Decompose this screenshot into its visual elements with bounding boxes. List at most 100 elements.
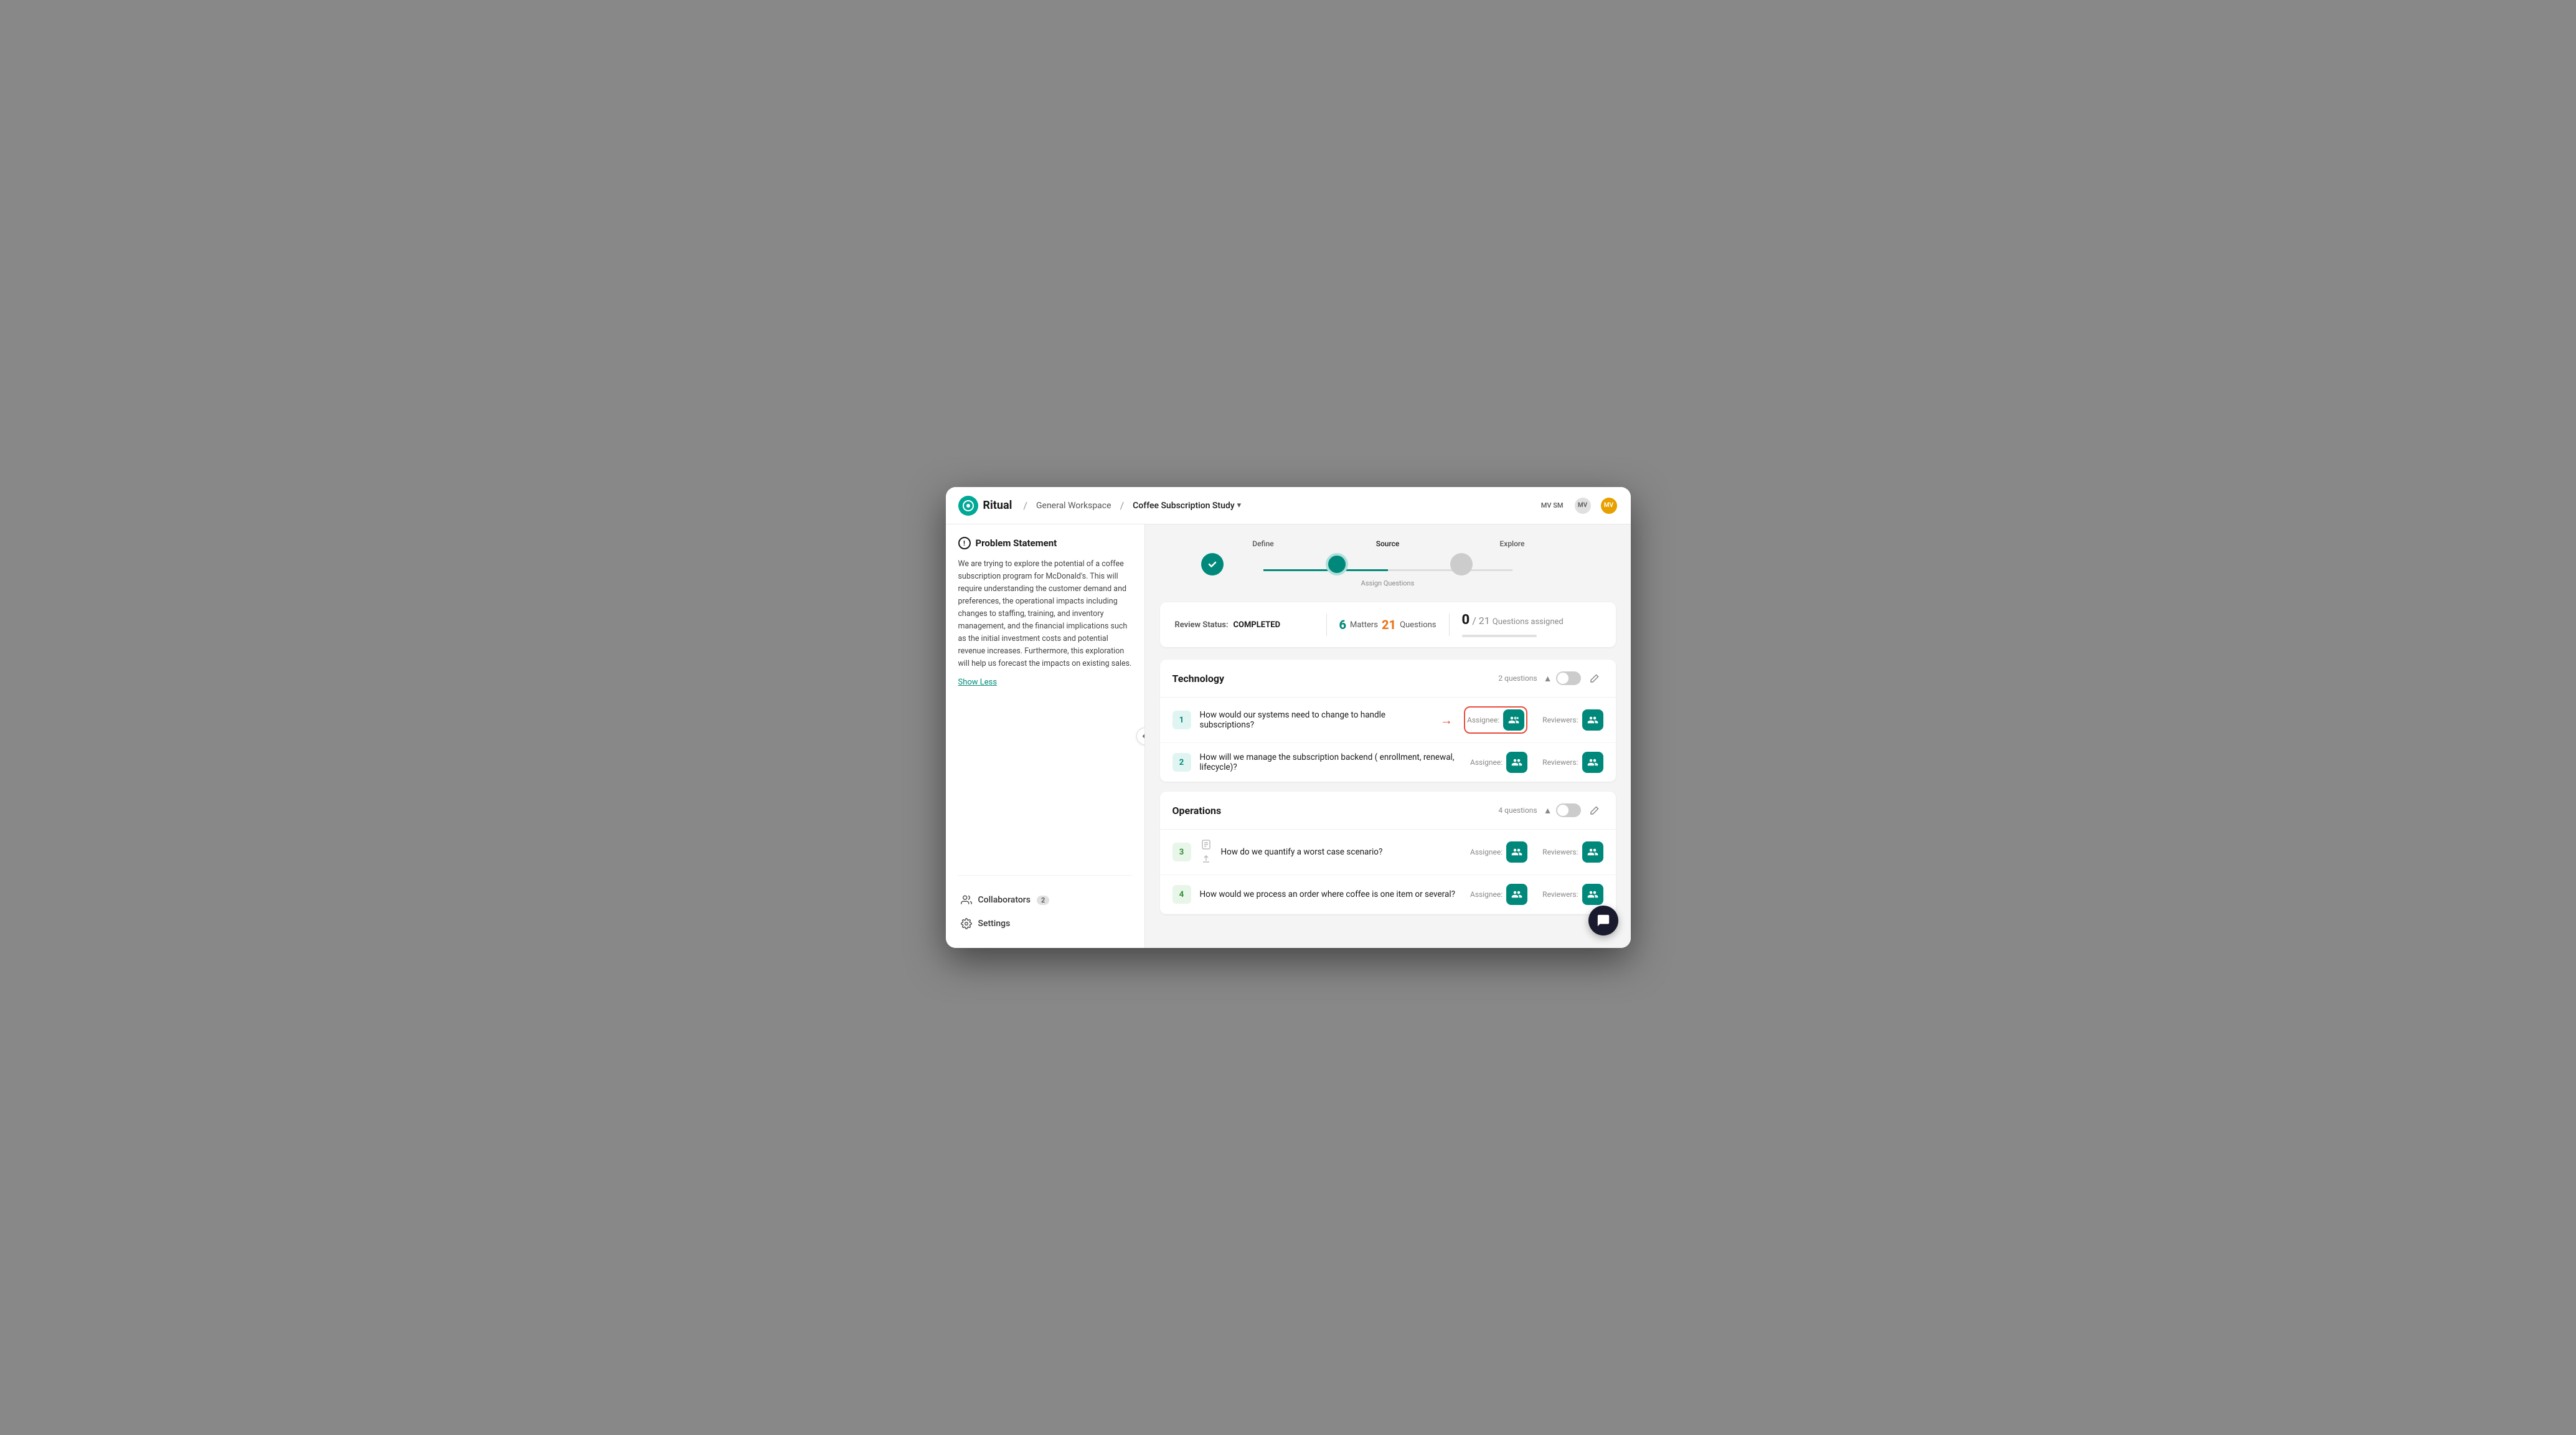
review-status-value: COMPLETED xyxy=(1234,620,1281,630)
matters-section: 6 Matters 21 Questions xyxy=(1339,617,1437,632)
technology-title: Technology xyxy=(1172,673,1499,684)
questions-label: Questions xyxy=(1400,620,1436,630)
operations-questions-count: 4 questions xyxy=(1498,806,1537,815)
collaborators-label: Collaborators xyxy=(978,895,1031,905)
technology-header: Technology 2 questions ▲ xyxy=(1160,660,1616,698)
q-icons-col xyxy=(1200,838,1212,866)
operations-section: Operations 4 questions ▲ 3 xyxy=(1160,792,1616,914)
review-status-section: Review Status: COMPLETED xyxy=(1175,620,1314,630)
status-divider-2 xyxy=(1449,613,1450,636)
breadcrumb-separator-1: / xyxy=(1023,500,1027,511)
technology-questions-count: 2 questions xyxy=(1498,674,1537,683)
header: Ritual / General Workspace / Coffee Subs… xyxy=(946,487,1631,524)
question-number-1: 1 xyxy=(1172,711,1191,729)
operations-toggle[interactable] xyxy=(1556,803,1581,817)
reviewers-button-2[interactable] xyxy=(1582,752,1603,773)
breadcrumb-separator-2: / xyxy=(1120,500,1125,511)
step-explore-label: Explore xyxy=(1500,539,1525,548)
sidebar-item-settings[interactable]: Settings xyxy=(958,912,1132,935)
step-explore-circle xyxy=(1450,553,1473,575)
assignee-button-4[interactable] xyxy=(1506,884,1527,905)
problem-statement-title: Problem Statement xyxy=(976,538,1057,549)
question-row-3: 3 How xyxy=(1160,830,1616,875)
sidebar-footer: Collaborators 2 Settings xyxy=(958,875,1132,935)
breadcrumb-study[interactable]: Coffee Subscription Study ▾ xyxy=(1133,501,1241,511)
assigned-section: 0 / 21 Questions assigned xyxy=(1462,612,1601,637)
question-text-1: How would our systems need to change to … xyxy=(1200,710,1432,730)
avatar-group: MV SM xyxy=(1541,501,1564,509)
assignee-section-4: Assignee: xyxy=(1470,884,1527,905)
question-row-2: 2 How will we manage the subscription ba… xyxy=(1160,743,1616,782)
reviewers-section-3: Reviewers: xyxy=(1542,841,1603,863)
assigned-progress-bar xyxy=(1462,635,1537,637)
avatar-sm-active[interactable]: MV xyxy=(1600,496,1618,515)
matters-label: Matters xyxy=(1350,620,1378,630)
problem-icon: ! xyxy=(958,537,971,549)
collaborators-badge: 2 xyxy=(1037,896,1049,905)
document-icon xyxy=(1200,838,1212,851)
question-text-2: How will we manage the subscription back… xyxy=(1200,752,1456,772)
assignee-label-3: Assignee: xyxy=(1470,848,1503,856)
step-source-circle xyxy=(1326,553,1348,575)
reviewers-label-1: Reviewers: xyxy=(1542,716,1578,724)
step-line-1 xyxy=(1263,569,1388,571)
settings-icon xyxy=(961,918,972,929)
avatar-mv[interactable]: MV xyxy=(1573,496,1592,515)
question-number-3: 3 xyxy=(1172,843,1191,861)
matters-count: 6 xyxy=(1339,617,1347,632)
technology-edit-button[interactable] xyxy=(1586,670,1603,687)
question-number-4: 4 xyxy=(1172,885,1191,904)
reviewers-label-2: Reviewers: xyxy=(1542,758,1578,767)
assigned-label: Questions assigned xyxy=(1493,617,1564,627)
operations-header: Operations 4 questions ▲ xyxy=(1160,792,1616,830)
sidebar-item-collaborators[interactable]: Collaborators 2 xyxy=(958,888,1132,912)
share-icon xyxy=(1200,853,1212,866)
main-layout: ! Problem Statement We are trying to exp… xyxy=(946,524,1631,948)
step-define-label: Define xyxy=(1252,539,1273,548)
question-number-2: 2 xyxy=(1172,753,1191,772)
assignee-button-2[interactable] xyxy=(1506,752,1527,773)
logo-text: Ritual xyxy=(983,499,1012,512)
sidebar: ! Problem Statement We are trying to exp… xyxy=(946,524,1145,948)
assignee-button-1[interactable]: + xyxy=(1503,709,1524,731)
technology-toggle[interactable] xyxy=(1556,671,1581,685)
step-source-sublabel: Assign Questions xyxy=(1361,579,1415,587)
technology-chevron-up[interactable]: ▲ xyxy=(1544,673,1552,684)
chat-fab-button[interactable] xyxy=(1588,906,1618,935)
show-less-link[interactable]: Show Less xyxy=(958,678,1132,687)
avatar-initials: MV SM xyxy=(1541,501,1564,509)
breadcrumb-workspace[interactable]: General Workspace xyxy=(1036,501,1111,511)
question-row-4: 4 How would we process an order where co… xyxy=(1160,875,1616,914)
review-status-label: Review Status: xyxy=(1175,620,1229,630)
assignee-label-2: Assignee: xyxy=(1470,758,1503,767)
logo-area: Ritual xyxy=(958,496,1012,516)
main-content: Define Source xyxy=(1145,524,1631,948)
collaborators-icon xyxy=(961,894,972,906)
step-source: Source Assign Questions xyxy=(1326,539,1450,587)
status-divider-1 xyxy=(1326,613,1327,636)
step-explore: Explore xyxy=(1450,539,1575,575)
technology-section: Technology 2 questions ▲ 1 How wou xyxy=(1160,660,1616,782)
reviewers-button-1[interactable] xyxy=(1582,709,1603,731)
reviewers-button-3[interactable] xyxy=(1582,841,1603,863)
steps-container: Define Source xyxy=(1201,539,1575,587)
assignee-label-4: Assignee: xyxy=(1470,890,1503,899)
ritual-logo-icon xyxy=(958,496,978,516)
operations-title: Operations xyxy=(1172,805,1499,817)
chevron-down-icon: ▾ xyxy=(1237,501,1242,510)
assignee-section-2: Assignee: xyxy=(1470,752,1527,773)
reviewers-button-4[interactable] xyxy=(1582,884,1603,905)
reviewers-section-1: Reviewers: xyxy=(1542,709,1603,731)
assigned-current: 0 xyxy=(1462,612,1470,628)
reviewers-section-4: Reviewers: xyxy=(1542,884,1603,905)
sidebar-collapse-button[interactable] xyxy=(1136,727,1145,745)
questions-count: 21 xyxy=(1382,617,1396,632)
reviewers-label-3: Reviewers: xyxy=(1542,848,1578,856)
problem-statement-text: We are trying to explore the potential o… xyxy=(958,558,1132,670)
question-text-3: How do we quantify a worst case scenario… xyxy=(1221,847,1456,857)
question-row-1: 1 How would our systems need to change t… xyxy=(1160,698,1616,743)
status-bar: Review Status: COMPLETED 6 Matters 21 Qu… xyxy=(1160,602,1616,647)
operations-edit-button[interactable] xyxy=(1586,802,1603,819)
assignee-button-3[interactable] xyxy=(1506,841,1527,863)
operations-chevron-up[interactable]: ▲ xyxy=(1544,805,1552,816)
